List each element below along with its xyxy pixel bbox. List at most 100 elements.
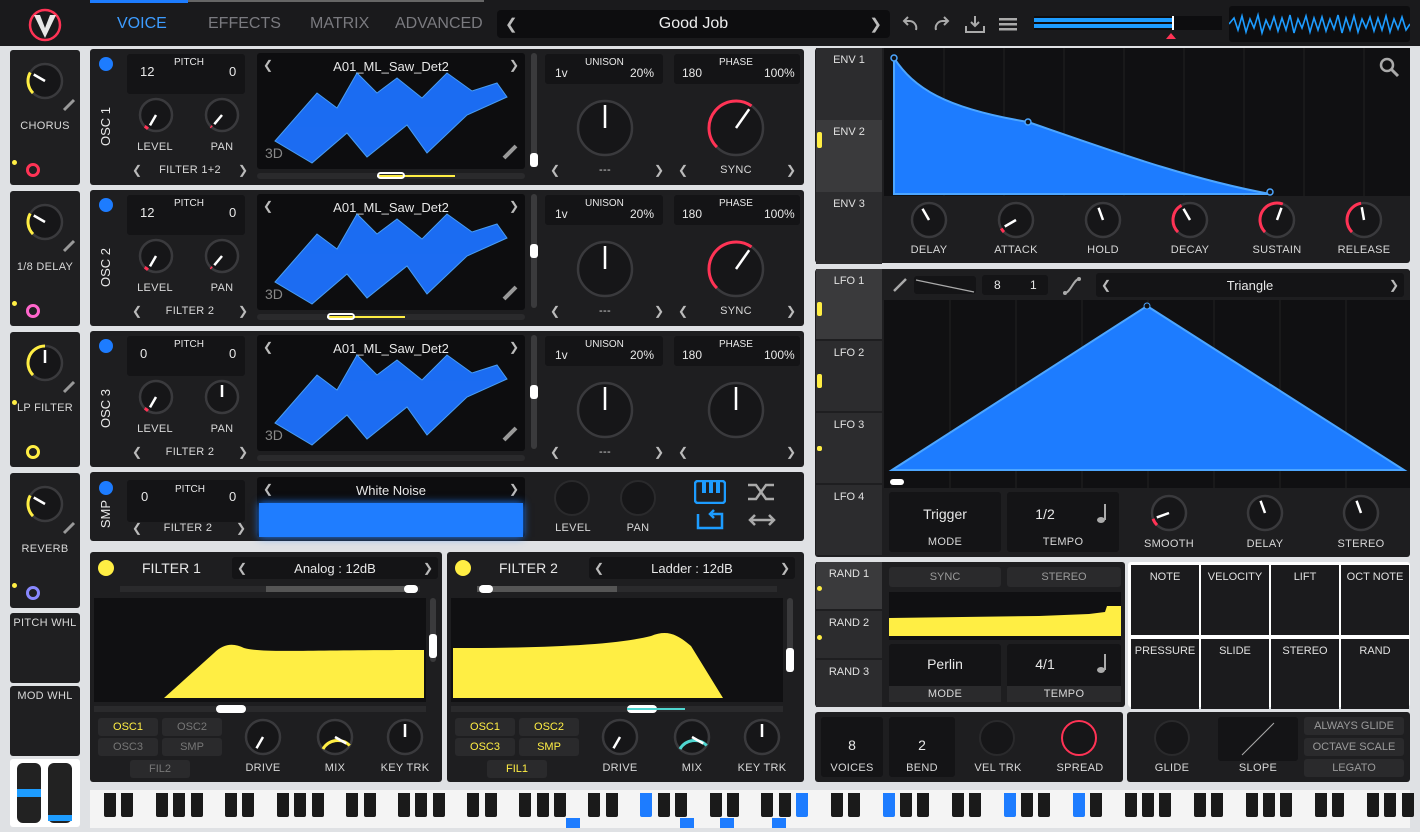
lfo-shape-next-icon[interactable]: ❯ <box>1389 278 1399 292</box>
filter-type-next-icon[interactable]: ❯ <box>780 561 790 575</box>
filter-1-blend-slider[interactable] <box>120 585 420 593</box>
piano-black-key[interactable] <box>1142 793 1154 817</box>
piano-black-key[interactable] <box>432 793 445 817</box>
env-tab-3[interactable]: ENV 3 <box>816 192 882 264</box>
piano-black-key[interactable] <box>121 793 134 817</box>
note-icon[interactable] <box>1095 502 1109 524</box>
osc-2-phase-random[interactable]: 100% <box>764 207 795 221</box>
piano-black-key[interactable] <box>155 793 168 817</box>
piano-black-key[interactable] <box>726 793 739 817</box>
always-glide-button[interactable]: ALWAYS GLIDE <box>1304 717 1404 735</box>
osc-3-distortion-prev-icon[interactable]: ❮ <box>678 445 688 459</box>
tab-effects[interactable]: EFFECTS <box>208 15 281 33</box>
fx-edit-icon[interactable] <box>62 521 76 535</box>
osc-3-pan-knob[interactable] <box>204 379 240 415</box>
vel-trk-knob[interactable] <box>979 720 1015 756</box>
zoom-icon[interactable] <box>1378 56 1400 78</box>
osc-3-unison-voices[interactable]: 1v <box>555 348 568 362</box>
piano-black-key[interactable] <box>294 793 307 817</box>
piano-black-key[interactable] <box>588 793 601 817</box>
osc-1-wavetable-display[interactable]: ❮ A01_ML_Saw_Det2 ❯ 3D <box>257 53 525 169</box>
osc-1-unison-voices[interactable]: 1v <box>555 66 568 80</box>
rand-stereo-button[interactable]: STEREO <box>1007 567 1121 587</box>
piano-black-key[interactable] <box>190 793 203 817</box>
osc-2-phase-value[interactable]: 180 <box>682 207 702 221</box>
glide-knob[interactable] <box>1154 720 1190 756</box>
piano-black-key[interactable] <box>882 793 895 817</box>
osc-2-enable-toggle[interactable] <box>99 198 113 212</box>
piano-black-key[interactable] <box>484 793 497 817</box>
osc-2-distortion-mode[interactable]: SYNC <box>696 305 776 317</box>
filter-2-type-selector[interactable]: ❮ Ladder : 12dB ❯ <box>589 557 795 579</box>
mod-source-note[interactable]: NOTE <box>1131 565 1199 635</box>
octave-scale-button[interactable]: OCTAVE SCALE <box>1304 738 1404 756</box>
lfo-paint-shape[interactable] <box>914 276 976 294</box>
osc-1-frame-slider[interactable] <box>257 172 525 179</box>
lfo-stereo-knob[interactable] <box>1342 494 1380 532</box>
piano-black-key[interactable] <box>1211 793 1224 817</box>
osc-1-phase-random[interactable]: 100% <box>764 66 795 80</box>
piano-black-key[interactable] <box>761 793 774 817</box>
piano-black-key[interactable] <box>847 793 860 817</box>
menu-icon[interactable] <box>998 16 1018 32</box>
filter-1-enable-toggle[interactable] <box>98 560 114 576</box>
filter-2-enable-toggle[interactable] <box>455 560 471 576</box>
fx-knob-1[interactable] <box>26 203 64 241</box>
filter-1-source-1[interactable]: OSC2 <box>162 718 222 736</box>
smp-pan-knob[interactable] <box>620 480 656 516</box>
fx-knob-0[interactable] <box>26 62 64 100</box>
wavetable-edit-icon[interactable] <box>501 143 519 161</box>
mod-source-slide[interactable]: SLIDE <box>1201 639 1269 709</box>
osc-1-unison-prev-icon[interactable]: ❮ <box>550 163 560 177</box>
piano-black-key[interactable] <box>225 793 238 817</box>
pitch-wheel-box[interactable]: PITCH WHL <box>10 613 80 683</box>
osc-3-vertical-slider[interactable] <box>530 335 538 449</box>
env-decay-knob[interactable] <box>1171 201 1209 239</box>
osc-3-pitch-fine[interactable]: 0 <box>229 346 236 361</box>
filter-2-drive-knob[interactable] <box>601 718 639 756</box>
lfo-tempo-box[interactable]: 1/2 TEMPO <box>1007 492 1119 552</box>
filter-2-source-3[interactable]: SMP <box>519 738 579 756</box>
piano-black-key[interactable] <box>1020 793 1033 817</box>
osc-1-vertical-slider[interactable] <box>530 53 538 167</box>
osc-3-distortion-next-icon[interactable]: ❯ <box>786 445 796 459</box>
osc-3-enable-toggle[interactable] <box>99 339 113 353</box>
piano-black-key[interactable] <box>173 793 186 817</box>
piano-black-key[interactable] <box>1193 793 1206 817</box>
osc-1-distortion-mode[interactable]: SYNC <box>696 164 776 176</box>
piano-black-key[interactable] <box>553 793 566 817</box>
osc-2-vertical-slider[interactable] <box>530 194 538 308</box>
env-delay-knob[interactable] <box>910 201 948 239</box>
osc-3-unison-detune[interactable]: 20% <box>630 348 654 362</box>
osc-1-level-knob[interactable] <box>138 97 174 133</box>
osc-2-unison-knob[interactable] <box>576 240 634 298</box>
filter-1-source-2[interactable]: OSC3 <box>98 738 158 756</box>
osc-3-phase-knob[interactable] <box>707 381 765 439</box>
random-phase-icon[interactable] <box>746 480 778 504</box>
filter-2-mix-knob[interactable] <box>673 718 711 756</box>
filter-2-source-2[interactable]: OSC3 <box>455 738 515 756</box>
piano-black-key[interactable] <box>1090 793 1103 817</box>
filter-1-source-3[interactable]: SMP <box>162 738 222 756</box>
sample-display[interactable]: ❮ White Noise ❯ <box>257 477 525 537</box>
osc-2-unison-mode[interactable]: --- <box>565 305 645 317</box>
fx-knob-3[interactable] <box>26 485 64 523</box>
preset-next-icon[interactable]: ❯ <box>869 15 882 33</box>
piano-black-key[interactable] <box>1384 793 1397 817</box>
osc-2-level-knob[interactable] <box>138 238 174 274</box>
rand-mode-box[interactable]: Perlin MODE <box>889 644 1001 702</box>
fx-box-3[interactable]: REVERB <box>10 473 80 608</box>
filter-1-cutoff-slider[interactable] <box>94 705 426 713</box>
osc-1-enable-toggle[interactable] <box>99 57 113 71</box>
osc-1-unison-knob[interactable] <box>576 99 634 157</box>
legato-button[interactable]: LEGATO <box>1304 759 1404 777</box>
piano-black-key[interactable] <box>1332 793 1345 817</box>
filter-1-source-0[interactable]: OSC1 <box>98 718 158 736</box>
piano-black-key[interactable] <box>605 793 618 817</box>
osc-1-distortion-prev-icon[interactable]: ❮ <box>678 163 688 177</box>
env-attack-knob[interactable] <box>997 201 1035 239</box>
fx-toggle-ring-icon[interactable] <box>26 445 40 459</box>
osc-2-unison-prev-icon[interactable]: ❮ <box>550 304 560 318</box>
rand-note-icon[interactable] <box>1095 652 1109 674</box>
osc-3-level-knob[interactable] <box>138 379 174 415</box>
